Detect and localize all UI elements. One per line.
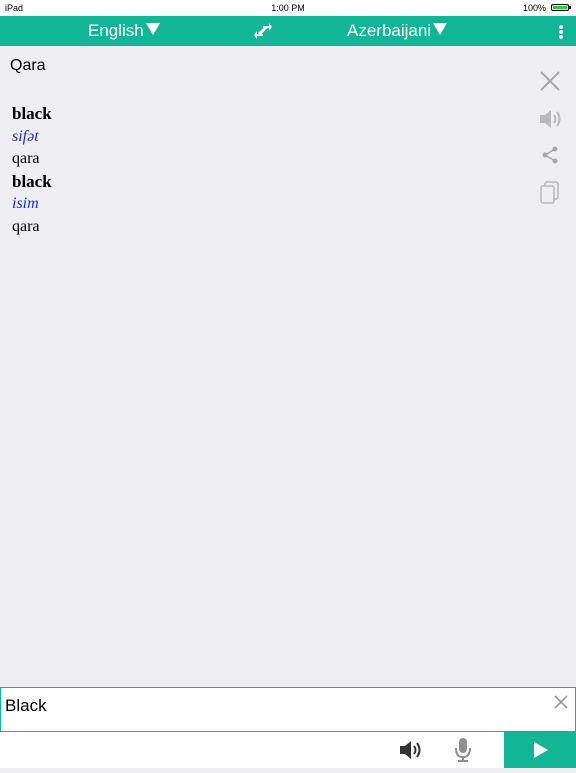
speaker-icon [540, 110, 561, 128]
entry-part-of-speech: sifət [12, 127, 39, 145]
battery-percent: 100% [522, 3, 546, 13]
share-icon [542, 146, 558, 164]
language-bar: English Azerbaijani [0, 16, 576, 46]
voice-input-button[interactable] [454, 737, 472, 763]
dictionary-results: black sifət qara black isim qara [12, 103, 492, 238]
source-language-selector[interactable]: English [88, 16, 160, 46]
entry-word: black [12, 171, 52, 191]
entry-part-of-speech: isim [12, 195, 39, 212]
copy-result-button[interactable] [540, 181, 560, 210]
input-value: Black [5, 696, 47, 715]
clock: 1:00 PM [271, 3, 305, 13]
clear-icon [554, 695, 568, 709]
speaker-icon [400, 741, 421, 759]
translation-input[interactable]: Black [0, 687, 576, 732]
target-language-label: Azerbaijani [347, 21, 432, 40]
entry-meaning: qara [12, 150, 40, 167]
close-icon [540, 71, 560, 91]
clear-input-button[interactable] [553, 694, 569, 710]
more-menu-button[interactable] [555, 23, 567, 41]
bottom-toolbar [0, 732, 576, 768]
translated-text: Qara [10, 57, 46, 74]
dropdown-arrow-icon [145, 23, 160, 35]
close-result-button[interactable] [539, 70, 561, 97]
dropdown-arrow-icon [433, 23, 448, 35]
target-language-selector[interactable]: Azerbaijani [347, 16, 448, 46]
microphone-icon [455, 738, 471, 762]
entry-word: black [12, 104, 52, 123]
entry-meaning: qara [12, 217, 40, 235]
speak-result-button[interactable] [539, 108, 563, 135]
play-send-icon [534, 742, 548, 758]
speak-input-button[interactable] [399, 739, 423, 761]
copy-icon [540, 181, 559, 204]
source-language-label: English [88, 21, 144, 40]
swap-languages-button[interactable] [253, 22, 273, 40]
more-vertical-icon [559, 25, 563, 39]
share-result-button[interactable] [541, 146, 559, 169]
translate-button[interactable] [504, 732, 576, 768]
status-bar: iPad 1:00 PM 100% [0, 0, 576, 16]
swap-icon [254, 23, 272, 39]
battery-icon [551, 4, 571, 11]
